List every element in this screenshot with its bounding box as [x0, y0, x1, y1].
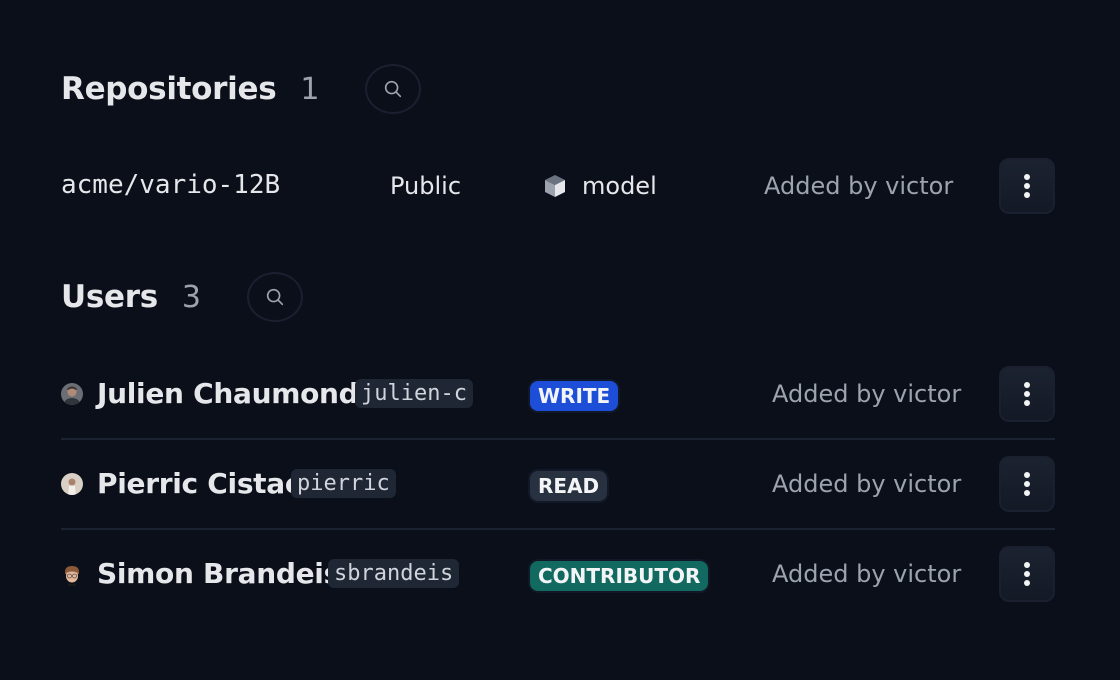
more-dot [1024, 400, 1030, 406]
repository-type-label: model [582, 172, 657, 200]
users-count: 3 [181, 279, 201, 315]
repositories-title: Repositories [61, 71, 277, 107]
more-dot [1024, 183, 1030, 189]
search-icon [385, 80, 402, 98]
role-badge-write[interactable]: WRITE [530, 381, 619, 411]
user-added-by: Added by victor [772, 380, 962, 408]
username-chip: julien-c [355, 379, 473, 408]
user-added-by: Added by victor [772, 470, 962, 498]
username-chip: pierric [291, 469, 396, 498]
users-header: Users 3 [61, 272, 303, 322]
more-vertical-icon [1024, 472, 1030, 478]
users-search-button[interactable] [246, 272, 303, 322]
user-row: Simon Brandeis sbrandeis CONTRIBUTOR Add… [61, 530, 1055, 620]
users-title: Users [61, 279, 158, 315]
more-dot [1024, 490, 1030, 496]
search-icon [266, 288, 284, 306]
more-dot [1024, 391, 1030, 397]
repositories-header: Repositories 1 [61, 64, 422, 114]
more-vertical-icon [1024, 174, 1030, 180]
more-dot [1024, 481, 1030, 487]
more-dot [1024, 571, 1030, 577]
repository-name[interactable]: acme/vario-12B [61, 170, 280, 200]
user-full-name[interactable]: Pierric Cistac [97, 467, 301, 500]
avatar [61, 383, 83, 405]
role-badge-read[interactable]: READ [530, 471, 608, 501]
user-row: Pierric Cistac pierric READ Added by vic… [61, 440, 1055, 530]
repositories-search-button[interactable] [365, 64, 422, 114]
user-more-button[interactable] [999, 546, 1055, 602]
user-full-name[interactable]: Julien Chaumond [97, 377, 359, 410]
role-badge-contributor[interactable]: CONTRIBUTOR [530, 561, 709, 591]
avatar [61, 564, 83, 586]
more-dot [1024, 580, 1030, 586]
repository-type: model [543, 172, 657, 200]
username-chip: sbrandeis [328, 559, 460, 588]
more-dot [1024, 192, 1030, 198]
user-full-name[interactable]: Simon Brandeis [97, 557, 340, 590]
user-added-by: Added by victor [772, 560, 962, 588]
repository-row: acme/vario-12B Public model Added by vic… [61, 158, 1055, 214]
repository-added-by: Added by victor [764, 172, 954, 200]
cube-icon [545, 175, 565, 197]
repository-visibility: Public [390, 172, 462, 200]
more-vertical-icon [1024, 562, 1030, 568]
repositories-count: 1 [300, 71, 320, 107]
user-row: Julien Chaumond julien-c WRITE Added by … [61, 350, 1055, 440]
repository-more-button[interactable] [999, 158, 1055, 214]
more-vertical-icon [1024, 382, 1030, 388]
user-more-button[interactable] [999, 456, 1055, 512]
user-more-button[interactable] [999, 366, 1055, 422]
avatar [61, 473, 83, 495]
